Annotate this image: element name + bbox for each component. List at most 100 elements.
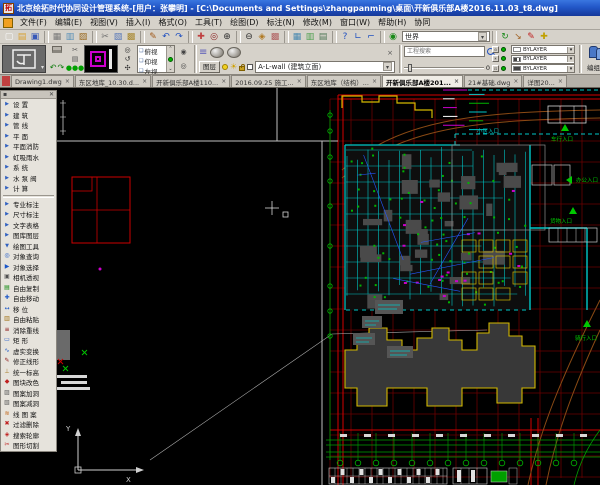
palette-item-矩形[interactable]: ▭矩 形 <box>1 335 56 346</box>
save-icon[interactable]: ▣ <box>29 31 41 43</box>
paste-icon[interactable]: ▩ <box>125 31 137 43</box>
drawing-area[interactable]: ▪ ✕ ▶设 置▶建 筑▶管 线▶平 面▶平面消防▶虹吸雨水▶系 统▶水 泵 阀… <box>0 88 600 485</box>
drawing-tab[interactable]: 2016.09.25 施工...× <box>231 75 306 87</box>
preview-icon[interactable]: ▥ <box>64 31 76 43</box>
palette-item-平面消防[interactable]: ▶平面消防 <box>1 141 56 152</box>
spin-up-icon[interactable]: ⌃ <box>168 46 172 52</box>
drawing-tab[interactable]: 东区地库_10.30.d...× <box>75 75 151 87</box>
chevron-down-icon[interactable]: ▾ <box>478 32 487 41</box>
chevron-down-icon[interactable]: ▾ <box>383 62 392 71</box>
tab-close-icon[interactable]: × <box>454 78 459 85</box>
layer-combo[interactable]: A-L-wall (建筑立面) ▾ <box>255 61 395 73</box>
linetype-combo[interactable]: BYLAYER ▾ <box>511 55 575 64</box>
palette-item-平面[interactable]: ▶平 面 <box>1 131 56 142</box>
redo-arrow-icon[interactable]: ↷ <box>58 64 65 72</box>
title-bar[interactable]: 拓 北京绘拓时代协同设计管理系统-[用户：张攀明] - [C:\Document… <box>0 0 600 16</box>
chevron-down-icon[interactable]: ▾ <box>567 66 574 72</box>
menu-item-协同[interactable]: 协同 <box>410 17 434 28</box>
palette-item-专业标注[interactable]: ▶专业标注 <box>1 199 56 210</box>
lineweight-combo[interactable]: BYLAYER ▾ <box>511 64 575 73</box>
group-button[interactable]: 编组 <box>587 62 600 72</box>
drawing-tab[interactable]: 东区地库（结构）...× <box>307 75 381 87</box>
palette-item-尺寸标注[interactable]: ▶尺寸标注 <box>1 209 56 220</box>
palette-item-线图案[interactable]: ≋线 图 案 <box>1 409 56 420</box>
palette-item-虹吸雨水[interactable]: ▶虹吸雨水 <box>1 152 56 163</box>
menu-item-视图(V)[interactable]: 视图(V) <box>86 17 122 28</box>
properties-icon[interactable]: ▩ <box>269 31 281 43</box>
ucs-icon[interactable]: ∟ <box>352 31 364 43</box>
opacity-slider[interactable] <box>404 67 484 69</box>
slider-thumb[interactable] <box>408 64 412 72</box>
palette-item-图块改色[interactable]: ◆图块改色 <box>1 377 56 388</box>
drawing-tab[interactable]: 详图20...× <box>523 75 567 87</box>
clipboard-icon[interactable]: ▤ <box>72 55 79 63</box>
tab-close-icon[interactable]: × <box>142 78 147 85</box>
block-preview[interactable] <box>84 45 118 73</box>
toggle-on-icon[interactable]: ⊙ <box>492 46 499 53</box>
palette-item-修正线形[interactable]: ✎修正线形 <box>1 356 56 367</box>
chevron-down-icon[interactable]: ▾ <box>567 56 574 62</box>
plot-icon[interactable]: ▦ <box>51 31 63 43</box>
palette-item-设置[interactable]: ▶设 置 <box>1 99 56 110</box>
palette-item-图库图层[interactable]: ▶图库图层 <box>1 230 56 241</box>
palette-item-相机透视[interactable]: ▣相机透视 <box>1 272 56 283</box>
menu-item-工具(T)[interactable]: 工具(T) <box>191 17 226 28</box>
dots-icon[interactable]: ●●● <box>66 64 84 72</box>
search-input[interactable] <box>404 46 485 57</box>
designcenter-icon[interactable]: ▦ <box>291 31 303 43</box>
rotate-icon[interactable]: ↺ <box>125 55 131 63</box>
menu-item-编辑(E)[interactable]: 编辑(E) <box>51 17 86 28</box>
menu-item-文件(F)[interactable]: 文件(F) <box>16 17 51 28</box>
find-icon[interactable]: ◈ <box>256 31 268 43</box>
refresh-icon[interactable]: ↻ <box>499 31 511 43</box>
palette-item-文字表格[interactable]: ▶文字表格 <box>1 220 56 231</box>
palette-collapse-icon[interactable]: ▪ <box>3 91 7 98</box>
zoom-realtime-icon[interactable]: ◎ <box>208 31 220 43</box>
palette-item-过滤删除[interactable]: ✖过滤删除 <box>1 419 56 430</box>
send-icon[interactable]: ↘ <box>512 31 524 43</box>
zoom-icon[interactable]: ◎ <box>124 46 130 54</box>
palette-item-自由粘贴[interactable]: ▥自由粘贴 <box>1 314 56 325</box>
drawing-tab[interactable]: Drawing1.dwg× <box>11 75 74 87</box>
stamp-icon[interactable] <box>52 46 62 53</box>
drawing-tab[interactable]: 开新俱乐部A楼201...× <box>382 75 463 87</box>
palette-item-绘图工具[interactable]: ▼绘图工具 <box>1 241 56 252</box>
palette-close-icon[interactable]: ✕ <box>49 91 54 98</box>
marker-icon[interactable]: ✚ <box>538 31 550 43</box>
help-icon[interactable]: ? <box>339 31 351 43</box>
menu-item-标注(N)[interactable]: 标注(N) <box>263 17 299 28</box>
view-space-combo[interactable]: 世界 ▾ <box>402 31 490 42</box>
menu-item-插入(I)[interactable]: 插入(I) <box>122 17 155 28</box>
palette-item-统一标高[interactable]: ⊥统一标高 <box>1 367 56 378</box>
lock-icon[interactable] <box>239 66 245 71</box>
undo-arrow-icon[interactable]: ↶ <box>50 64 57 72</box>
huitu-logo-button[interactable]: ▾ <box>2 45 46 73</box>
globe-icon[interactable]: ◉ <box>387 31 399 43</box>
sun-icon[interactable]: ☀ <box>230 63 237 71</box>
tab-close-icon[interactable]: × <box>297 78 302 85</box>
scissors-icon[interactable]: ✂ <box>72 46 78 54</box>
palette-item-管线[interactable]: ▶管 线 <box>1 120 56 131</box>
matchprop-icon[interactable]: ✎ <box>147 31 159 43</box>
palette-item-计算[interactable]: ▶计 算 <box>1 183 56 194</box>
menu-item-窗口(W)[interactable]: 窗口(W) <box>336 17 374 28</box>
shade-sphere-icon[interactable] <box>210 47 224 58</box>
layer-color-swatch[interactable] <box>247 64 253 70</box>
toggle-freeze-icon[interactable]: ✳ <box>492 55 499 62</box>
eye-icon[interactable]: ◉ <box>180 48 186 56</box>
palette-item-自由复制[interactable]: ▤自由复制 <box>1 283 56 294</box>
palette-item-图案加洞[interactable]: ▨图案加洞 <box>1 388 56 399</box>
spin-down-icon[interactable]: ⌄ <box>168 66 172 72</box>
view-row-仰视[interactable]: ❏仰视 <box>138 56 166 66</box>
zoom-window-icon[interactable]: ⊕ <box>221 31 233 43</box>
redo-icon[interactable]: ↷ <box>173 31 185 43</box>
color-combo[interactable]: BYLAYER ▾ <box>511 45 575 54</box>
toolbar-close-icon[interactable]: × <box>387 49 395 57</box>
undo-icon[interactable]: ↶ <box>160 31 172 43</box>
drawing-tab[interactable]: 开新俱乐部A楼110...× <box>152 75 230 87</box>
chevron-down-icon[interactable]: ▾ <box>567 47 574 53</box>
drawing-canvas[interactable]: 小区入口车行入口办公入口货物入口骑行入口YX <box>0 88 600 485</box>
pan-hand-icon[interactable]: ✣ <box>125 64 131 72</box>
view-orientation-list[interactable]: ❏俯视❏仰视❏左视 ⌃ ⌄ <box>137 45 175 73</box>
pan-icon[interactable]: ✚ <box>195 31 207 43</box>
